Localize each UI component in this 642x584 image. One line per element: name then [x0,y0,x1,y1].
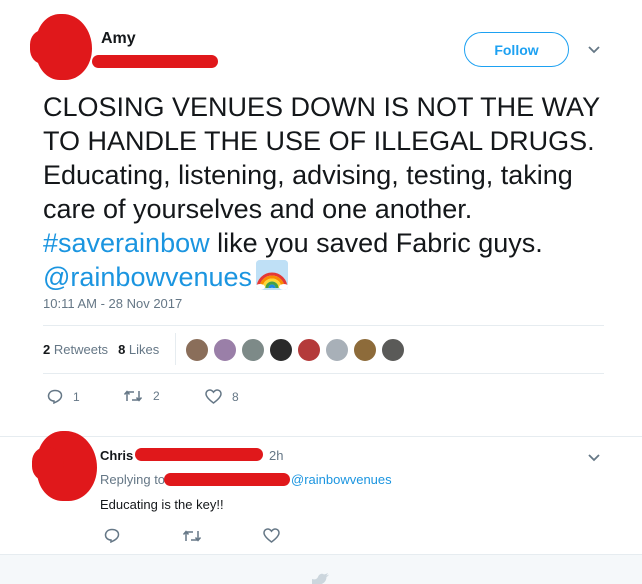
liker-avatar[interactable] [241,338,265,362]
chevron-down-icon[interactable] [587,45,601,55]
liker-avatar[interactable] [297,338,321,362]
tweet-timestamp[interactable]: 10:11 AM - 28 Nov 2017 [43,296,182,311]
replying-to-label: Replying to [100,472,166,487]
replying-redaction [164,473,290,486]
author-name[interactable]: Amy [101,30,136,48]
liker-avatar[interactable] [213,338,237,362]
reply-action[interactable] [104,528,120,543]
like-action[interactable]: 8 [205,389,239,404]
engagement-stats: 2 Retweets 8 Likes [43,342,159,357]
tweet-text-line: care of yourselves and one another. [43,194,473,224]
avatar-redaction-blob [30,30,60,64]
footer-bar [0,554,642,584]
hashtag-link[interactable]: #saverainbow [43,228,210,258]
likes-count: 8 [118,342,126,357]
reply-icon [104,528,120,543]
likes-stat[interactable]: 8 Likes [118,342,159,357]
like-action[interactable] [263,528,280,543]
reply-action[interactable]: 1 [47,389,80,404]
tweet-text-line: Educating, listening, advising, testing,… [43,160,573,190]
mention-link[interactable]: @rainbowvenues [43,262,252,292]
main-tweet: Amy Follow CLOSING VENUES DOWN IS NOT TH… [0,0,642,436]
tweet-text-line: #saverainbow like you saved Fabric guys. [43,226,603,260]
tweet-text-fragment: like you saved Fabric guys. [209,228,543,258]
tweet-text-line: CLOSING VENUES DOWN IS NOT THE WAY [43,92,601,122]
retweets-stat[interactable]: 2 Retweets [43,342,108,357]
reply-icon [47,389,63,404]
tweet-text-line: TO HANDLE THE USE OF ILLEGAL DRUGS. [43,126,595,156]
tweet-text: CLOSING VENUES DOWN IS NOT THE WAY TO HA… [43,90,603,294]
liker-avatar[interactable] [381,338,405,362]
avatar-redaction-blob [32,447,64,481]
tweet-text-line: @rainbowvenues [43,260,603,294]
reply-time[interactable]: 2h [269,448,283,463]
handle-redaction [92,55,218,68]
reply-tweet[interactable]: Chris 2h Replying to @rainbowvenues Educ… [0,431,642,554]
liker-avatar[interactable] [353,338,377,362]
rainbow-emoji-icon [256,260,289,290]
retweet-count: 2 [153,389,160,403]
replying-to-mention[interactable]: @rainbowvenues [291,472,392,487]
retweets-count: 2 [43,342,51,357]
reply-count: 1 [73,389,80,404]
retweet-action[interactable]: 2 [123,389,160,403]
reply-text: Educating is the key!! [100,497,224,512]
likes-label: Likes [128,342,160,357]
follow-button[interactable]: Follow [464,32,569,67]
name-redaction [135,448,263,461]
divider [43,325,604,326]
chevron-down-icon[interactable] [587,453,601,463]
retweets-label: Retweets [53,342,109,357]
like-count: 8 [232,389,239,404]
reply-author-name[interactable]: Chris [100,448,133,463]
retweet-action[interactable] [182,529,202,543]
stats-separator [175,333,176,365]
heart-icon [205,389,222,404]
liker-avatar[interactable] [185,338,209,362]
retweet-icon [182,530,202,542]
liker-avatar[interactable] [269,338,293,362]
liker-avatar[interactable] [325,338,349,362]
twitter-bird-icon [312,573,329,584]
heart-icon [263,528,280,543]
retweet-icon [123,390,143,402]
divider [43,373,604,374]
